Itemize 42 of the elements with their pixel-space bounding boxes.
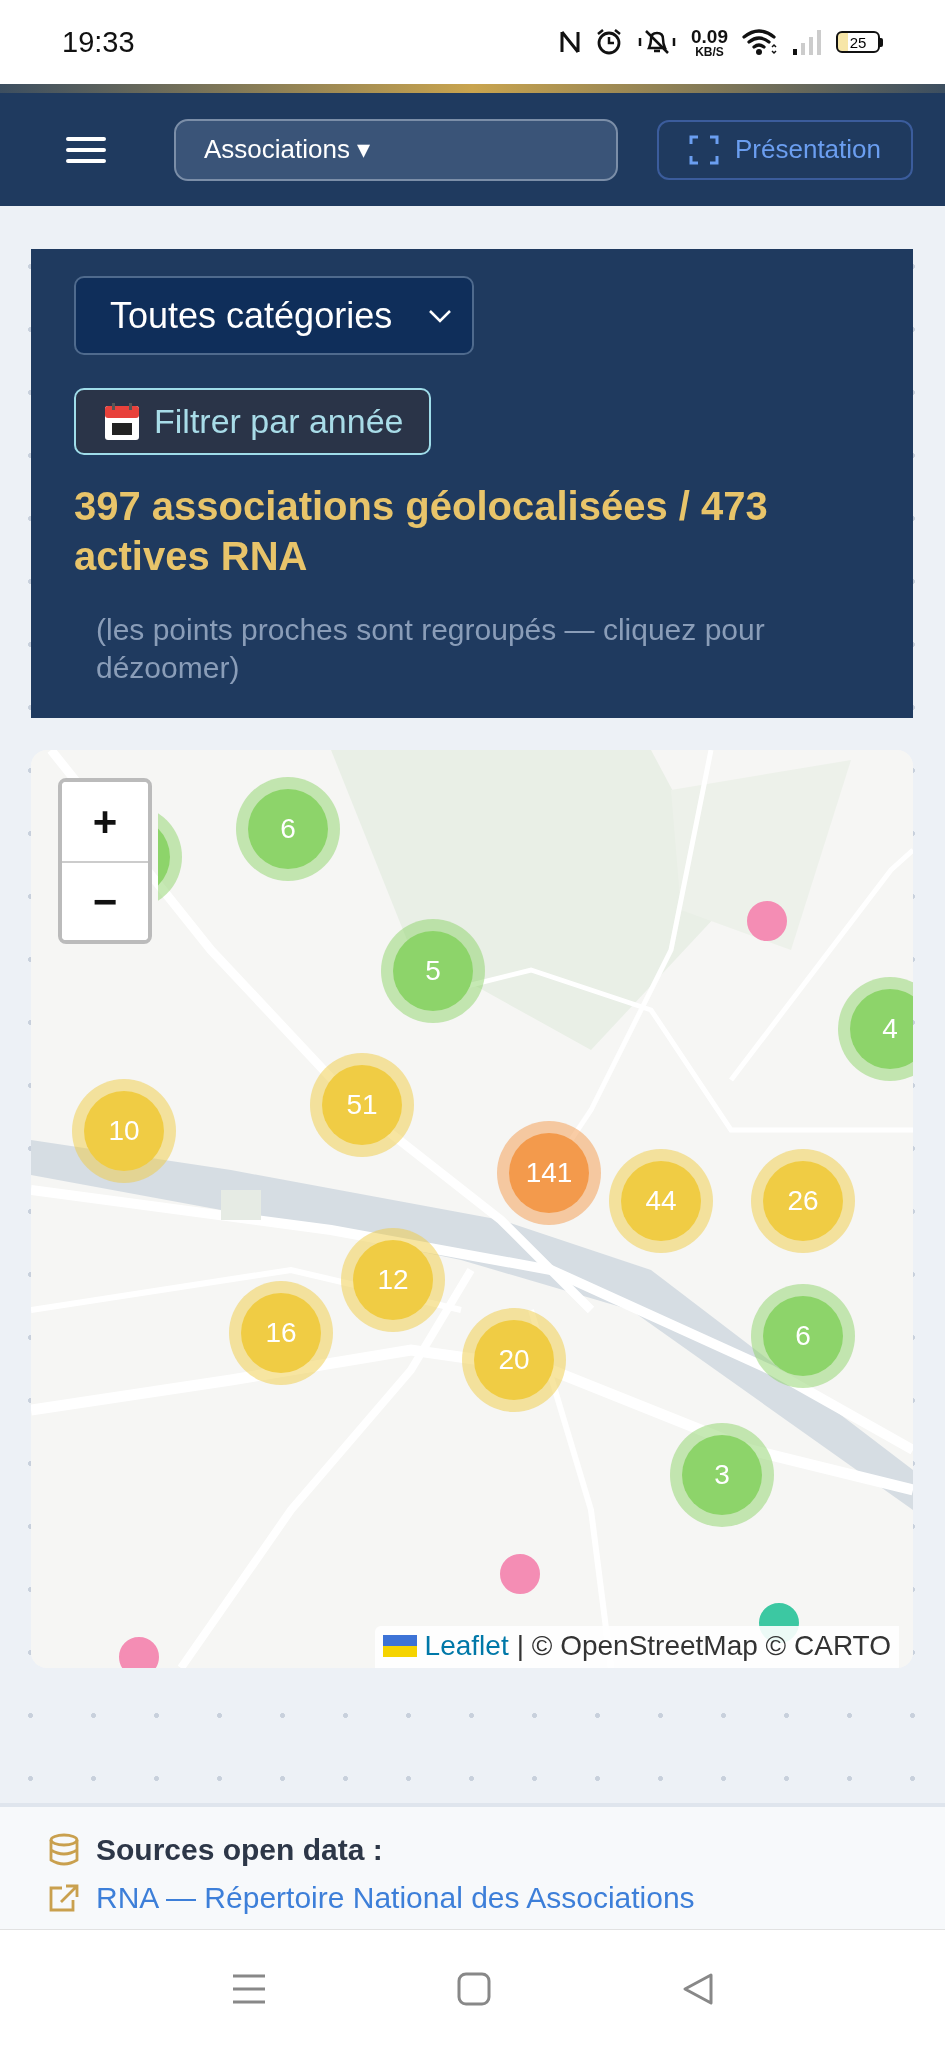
cluster-marker[interactable]: 16 bbox=[229, 1281, 333, 1385]
dataset-select[interactable]: Associations ▾ bbox=[174, 118, 618, 181]
calendar-icon bbox=[104, 402, 140, 441]
alarm-icon bbox=[595, 28, 623, 56]
zoom-out-button[interactable]: − bbox=[62, 861, 148, 940]
clock: 19:33 bbox=[62, 25, 135, 59]
cluster-marker[interactable]: 26 bbox=[751, 1149, 855, 1253]
attribution-text: | © OpenStreetMap © CARTO bbox=[516, 1630, 891, 1662]
battery-icon: 25 bbox=[836, 31, 883, 53]
map[interactable]: 6 5 4 51 10 141 44 26 12 16 20 6 3 + − Leaflet | © OpenStreetMap © CARTO bbox=[31, 750, 913, 1668]
network-speed: 0.09 bbox=[691, 26, 728, 46]
fullscreen-icon bbox=[689, 134, 719, 165]
leaflet-link[interactable]: Leaflet bbox=[424, 1630, 509, 1662]
nfc-icon bbox=[559, 29, 581, 55]
wifi-icon bbox=[742, 28, 778, 56]
external-link-icon bbox=[48, 1883, 80, 1913]
cluster-marker[interactable]: 6 bbox=[751, 1284, 855, 1388]
association-count: 397 associations géolocalisées / 473 actives RNA bbox=[74, 483, 769, 580]
presentation-button[interactable]: Présentation bbox=[657, 119, 913, 180]
sources-title: Sources open data : bbox=[96, 1833, 383, 1867]
source-link[interactable]: RNA — Répertoire National des Associations bbox=[96, 1881, 695, 1915]
back-icon[interactable] bbox=[680, 1972, 715, 2006]
cluster-marker[interactable]: 51 bbox=[310, 1053, 414, 1157]
muted-bell-icon bbox=[637, 28, 677, 56]
cluster-marker[interactable]: 4 bbox=[838, 977, 913, 1081]
cluster-marker[interactable]: 141 bbox=[497, 1121, 601, 1225]
flag-icon bbox=[382, 1635, 417, 1657]
cluster-marker[interactable]: 3 bbox=[670, 1423, 774, 1527]
cluster-marker[interactable]: 10 bbox=[72, 1079, 176, 1183]
cluster-marker[interactable]: 44 bbox=[609, 1149, 713, 1253]
year-filter-button[interactable]: Filtrer par année bbox=[74, 388, 432, 455]
cluster-marker[interactable]: 12 bbox=[341, 1228, 445, 1332]
cluster-marker[interactable]: 6 bbox=[236, 777, 340, 881]
cluster-marker[interactable]: 20 bbox=[462, 1308, 566, 1412]
cluster-marker[interactable]: 5 bbox=[381, 919, 485, 1023]
speed-unit: KB/S bbox=[695, 45, 724, 58]
home-icon[interactable] bbox=[456, 1972, 491, 2006]
cluster-hint: (les points proches sont regroupés — cliquez pour dézoomer) bbox=[96, 612, 766, 686]
category-select[interactable]: Toutes catégories bbox=[74, 276, 474, 355]
signal-icon bbox=[792, 28, 822, 56]
chevron-down-icon bbox=[428, 308, 452, 323]
database-icon bbox=[48, 1833, 80, 1867]
